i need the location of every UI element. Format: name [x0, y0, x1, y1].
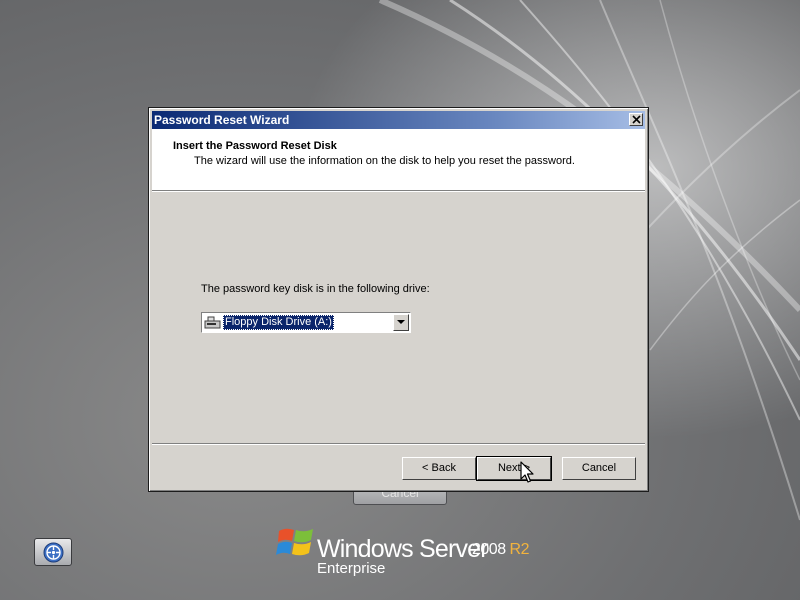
back-button[interactable]: < Back	[402, 457, 476, 480]
floppy-drive-icon	[204, 316, 221, 329]
brand-edition: Enterprise	[317, 560, 386, 577]
drive-select[interactable]: Floppy Disk Drive (A:)	[201, 312, 411, 333]
wizard-step-description: The wizard will use the information on t…	[194, 155, 575, 167]
close-button[interactable]	[629, 113, 643, 126]
drive-label: The password key disk is in the followin…	[201, 283, 430, 295]
ease-of-access-icon	[43, 542, 64, 563]
dialog-title: Password Reset Wizard	[154, 113, 290, 127]
wizard-header: Insert the Password Reset Disk The wizar…	[152, 129, 645, 190]
footer-divider	[152, 443, 645, 445]
brand-version-number: 2008	[472, 541, 506, 558]
header-divider	[152, 190, 645, 192]
close-icon	[632, 115, 641, 124]
wizard-step-title: Insert the Password Reset Disk	[173, 140, 337, 152]
windows-flag-logo	[276, 528, 313, 556]
drive-selected-value: Floppy Disk Drive (A:)	[223, 315, 334, 330]
drive-dropdown-button[interactable]	[393, 314, 409, 331]
password-reset-wizard-dialog: Password Reset Wizard Insert the Passwor…	[148, 107, 649, 492]
mouse-cursor-icon	[520, 461, 534, 483]
next-button[interactable]: Next >	[476, 456, 552, 481]
ease-of-access-button[interactable]	[34, 538, 72, 566]
dialog-title-bar[interactable]: Password Reset Wizard	[152, 111, 645, 129]
brand-release: R2	[509, 541, 530, 558]
windows-server-branding: Windows Server 2008 R2 Enterprise	[276, 525, 536, 580]
chevron-down-icon	[397, 320, 405, 324]
cancel-button[interactable]: Cancel	[562, 457, 636, 480]
brand-version: 2008 R2	[472, 541, 530, 559]
